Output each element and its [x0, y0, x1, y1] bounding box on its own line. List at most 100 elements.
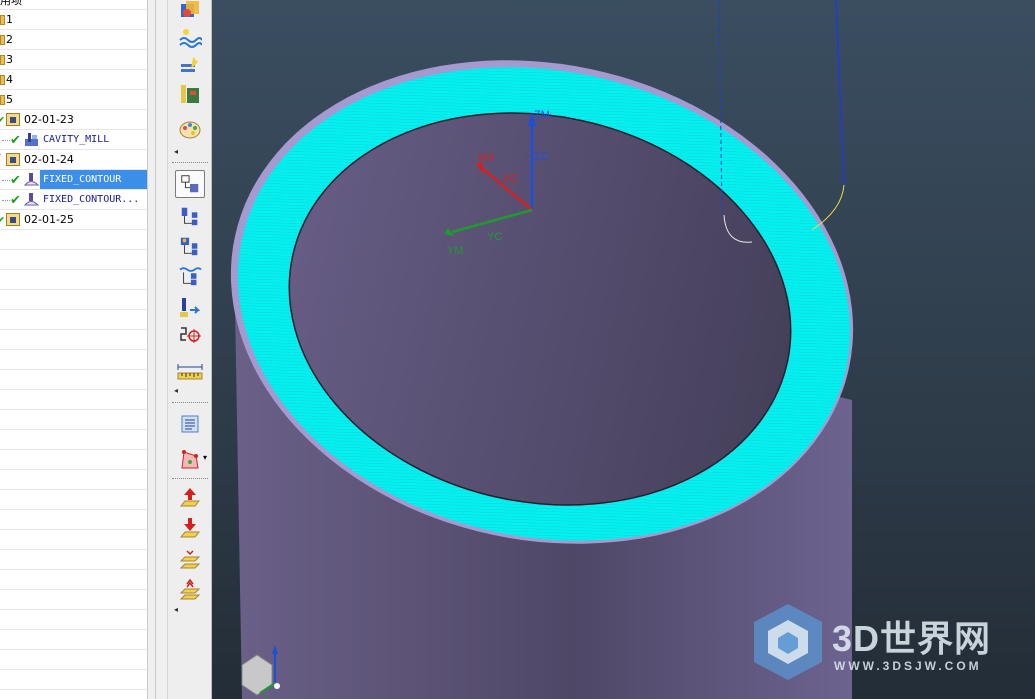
fixed-contour-icon: [24, 173, 39, 186]
empty-row: [0, 490, 147, 510]
empty-row: [0, 570, 147, 590]
cad-scene: ZM ZC XM XC YM YC: [230, 0, 854, 699]
library-icon[interactable]: [175, 80, 205, 108]
operation-row[interactable]: ✔ CAVITY_MILL: [0, 130, 147, 150]
navigator-splitter[interactable]: [147, 0, 167, 699]
tree-connector: [2, 180, 10, 181]
check-icon: ✔: [0, 114, 6, 127]
toolbar-overflow-arrow[interactable]: ◂: [174, 605, 178, 614]
expand-icon: ╱: [0, 151, 1, 170]
empty-row: [0, 630, 147, 650]
operation-label: FIXED_CONTOUR...: [43, 194, 140, 205]
vertical-toolbar: ◂ ◂ ▾ ◂: [167, 0, 212, 699]
list-item[interactable]: 5: [0, 90, 147, 110]
list-item[interactable]: 4: [0, 70, 147, 90]
list-item[interactable]: 1: [0, 10, 147, 30]
empty-row: [0, 430, 147, 450]
empty-row: [0, 390, 147, 410]
zm-label: ZM: [534, 109, 550, 121]
move-up-icon[interactable]: [175, 484, 205, 512]
create-method-icon[interactable]: [175, 24, 205, 52]
list-item-label: 3: [6, 53, 13, 66]
watermark-text: 3D世界网: [832, 618, 992, 659]
create-tool-icon[interactable]: [175, 52, 205, 80]
tool-path-line: [835, 0, 845, 186]
program-group-label: 02-01-25: [24, 213, 74, 226]
program-group-label: 02-01-23: [24, 113, 74, 126]
folder-icon: [0, 35, 5, 45]
operation-move-icon[interactable]: [175, 322, 205, 350]
stack-down-icon[interactable]: [175, 576, 205, 604]
empty-row: [0, 590, 147, 610]
empty-row: [0, 610, 147, 630]
machining-method-view-icon[interactable]: [175, 262, 205, 290]
measure-icon[interactable]: [175, 358, 205, 386]
toolbar-overflow-arrow[interactable]: ◂: [174, 386, 178, 395]
toolbar-overflow-arrow[interactable]: ◂: [174, 147, 178, 156]
verify-toolpath-icon[interactable]: [175, 446, 205, 474]
empty-row: [0, 290, 147, 310]
empty-row: [0, 330, 147, 350]
header-label: 用项: [0, 0, 22, 7]
program-group-row[interactable]: ✔ 02-01-23: [0, 110, 147, 130]
machine-tool-view-icon[interactable]: [175, 202, 205, 230]
program-group-icon: [6, 153, 20, 166]
create-geometry-icon[interactable]: [175, 0, 205, 24]
move-down-icon[interactable]: [175, 514, 205, 542]
xc-label: XC: [503, 173, 518, 185]
tree-connector: [2, 200, 10, 201]
tool-path-icon[interactable]: [175, 294, 205, 322]
toolbar-separator: [172, 402, 208, 403]
empty-row: [0, 550, 147, 570]
operation-label: FIXED_CONTOUR: [41, 170, 147, 189]
program-order-view-icon[interactable]: [175, 170, 205, 198]
empty-row: [0, 450, 147, 470]
folder-icon: [0, 55, 5, 65]
operation-row-selected[interactable]: ✔ FIXED_CONTOUR: [0, 170, 147, 190]
operation-label: CAVITY_MILL: [43, 134, 110, 145]
list-item-label: 4: [6, 73, 13, 86]
shop-docs-icon[interactable]: [175, 410, 205, 438]
navigator-header: 用项: [0, 0, 147, 10]
program-group-label: 02-01-24: [24, 153, 74, 166]
list-item-label: 1: [6, 13, 13, 26]
program-group-icon: [6, 213, 20, 226]
empty-row: [0, 670, 147, 690]
geometry-view-icon[interactable]: [175, 232, 205, 260]
toolbar-separator: [172, 478, 208, 479]
program-group-row[interactable]: ╱ 02-01-24: [0, 150, 147, 170]
program-group-icon: [6, 113, 20, 126]
empty-row: [0, 410, 147, 430]
empty-row: [0, 650, 147, 670]
splitter-line: [155, 0, 156, 699]
dropdown-arrow-icon[interactable]: ▾: [203, 453, 207, 462]
folder-icon: [0, 95, 5, 105]
xm-label: XM: [477, 152, 494, 164]
empty-row: [0, 230, 147, 250]
yc-label: YC: [487, 231, 502, 243]
watermark-url: WWW.3DSJW.COM: [834, 659, 982, 673]
cavity-mill-icon: [25, 133, 38, 146]
check-icon: ✔: [10, 133, 21, 148]
check-icon: ✔: [0, 214, 6, 227]
ym-label: YM: [447, 245, 464, 257]
folder-icon: [0, 75, 5, 85]
check-icon: ✔: [10, 173, 21, 188]
list-item[interactable]: 2: [0, 30, 147, 50]
list-item[interactable]: 3: [0, 50, 147, 70]
check-icon: ✔: [10, 193, 21, 208]
empty-row: [0, 250, 147, 270]
list-item-label: 2: [6, 33, 13, 46]
operation-row[interactable]: ✔ FIXED_CONTOUR...: [0, 190, 147, 210]
empty-row: [0, 370, 147, 390]
toolbar-separator: [172, 162, 208, 163]
program-group-row[interactable]: ✔ 02-01-25: [0, 210, 147, 230]
palette-icon[interactable]: [175, 116, 205, 144]
fixed-contour-icon: [24, 193, 39, 206]
site-logo-icon: [754, 604, 822, 680]
folder-icon: [0, 15, 5, 25]
graphics-viewport[interactable]: ZM ZC XM XC YM YC 3D世界网 WWW.3DSJW.COM: [212, 0, 1035, 699]
empty-row: [0, 270, 147, 290]
empty-row: [0, 470, 147, 490]
stack-up-icon[interactable]: [175, 546, 205, 574]
